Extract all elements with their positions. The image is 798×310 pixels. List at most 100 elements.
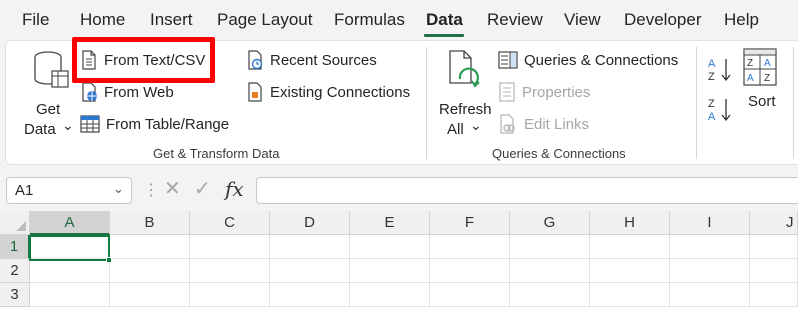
- column-header[interactable]: I: [670, 211, 750, 235]
- refresh-label-2: All: [447, 121, 464, 138]
- cell[interactable]: [590, 283, 670, 307]
- ribbon: Get Data ⌄ From Text/CSV From Web From T…: [5, 37, 798, 165]
- cell[interactable]: [430, 259, 510, 283]
- row-header[interactable]: 2: [0, 259, 30, 283]
- cell[interactable]: [750, 235, 798, 259]
- menu-formulas[interactable]: Formulas: [334, 10, 405, 30]
- from-table-range-button[interactable]: From Table/Range: [80, 111, 229, 137]
- connection-file-icon: [248, 82, 262, 102]
- group-divider: [426, 47, 427, 159]
- recent-file-icon: [248, 50, 263, 70]
- row-header[interactable]: 1: [0, 235, 30, 259]
- enter-icon[interactable]: ✓: [194, 176, 211, 201]
- row-header[interactable]: 3: [0, 283, 30, 307]
- existing-connections-label: Existing Connections: [270, 83, 411, 101]
- group-divider: [696, 47, 697, 159]
- cell[interactable]: [30, 259, 110, 283]
- formula-bar-grip-icon[interactable]: ⋮: [143, 180, 159, 200]
- cell[interactable]: [190, 283, 270, 307]
- column-header[interactable]: H: [590, 211, 670, 235]
- name-box-value: A1: [15, 182, 34, 199]
- sort-descending-button[interactable]: Z A: [706, 95, 734, 125]
- fill-handle[interactable]: [106, 257, 112, 263]
- group-divider: [793, 47, 794, 159]
- cell[interactable]: [110, 283, 190, 307]
- refresh-icon: [449, 50, 480, 88]
- menu-insert[interactable]: Insert: [150, 10, 193, 30]
- active-cell[interactable]: [29, 235, 110, 261]
- cell[interactable]: [750, 283, 798, 307]
- column-header[interactable]: G: [510, 211, 590, 235]
- from-web-label: From Web: [104, 83, 174, 101]
- insert-function-icon[interactable]: fx: [225, 177, 244, 201]
- cell[interactable]: [190, 259, 270, 283]
- refresh-all-button[interactable]: Refresh All ⌄: [436, 49, 496, 139]
- cell[interactable]: [110, 235, 190, 259]
- sort-ascending-button[interactable]: A Z: [706, 55, 734, 85]
- cell[interactable]: [30, 283, 110, 307]
- chevron-down-icon[interactable]: ⌄: [113, 181, 124, 197]
- menu-help[interactable]: Help: [724, 10, 759, 30]
- cell[interactable]: [510, 235, 590, 259]
- properties-label: Properties: [522, 83, 591, 101]
- existing-connections-button[interactable]: Existing Connections: [246, 79, 410, 105]
- menu-home[interactable]: Home: [80, 10, 125, 30]
- svg-text:Z: Z: [747, 58, 753, 69]
- menu-file[interactable]: File: [22, 10, 49, 30]
- sort-descending-icon: Z A: [708, 98, 731, 123]
- cell[interactable]: [350, 283, 430, 307]
- column-header[interactable]: A: [30, 211, 110, 235]
- select-all-corner[interactable]: [0, 211, 30, 235]
- cell[interactable]: [670, 259, 750, 283]
- group-label-get-transform: Get & Transform Data: [153, 146, 280, 161]
- properties-button[interactable]: Properties: [498, 79, 590, 105]
- cell[interactable]: [270, 283, 350, 307]
- cell[interactable]: [670, 235, 750, 259]
- recent-sources-button[interactable]: Recent Sources: [246, 47, 377, 73]
- cell[interactable]: [110, 259, 190, 283]
- formula-input[interactable]: [256, 177, 798, 204]
- cell[interactable]: [510, 283, 590, 307]
- cell[interactable]: [670, 283, 750, 307]
- chevron-down-icon: ⌄: [62, 117, 74, 133]
- cell[interactable]: [350, 235, 430, 259]
- cell[interactable]: [270, 259, 350, 283]
- column-header[interactable]: J: [750, 211, 798, 235]
- select-all-icon: [16, 221, 26, 231]
- menu-page-layout[interactable]: Page Layout: [217, 10, 312, 30]
- recent-sources-label: Recent Sources: [270, 51, 377, 69]
- queries-connections-button[interactable]: Queries & Connections: [498, 47, 678, 73]
- edit-links-icon: [500, 114, 515, 134]
- menu-developer[interactable]: Developer: [624, 10, 702, 30]
- cell[interactable]: [590, 235, 670, 259]
- svg-text:Z: Z: [764, 73, 770, 84]
- cancel-icon[interactable]: ✕: [164, 176, 181, 201]
- svg-text:A: A: [764, 58, 771, 69]
- cell[interactable]: [430, 235, 510, 259]
- name-box[interactable]: A1 ⌄: [6, 177, 132, 204]
- menu-view[interactable]: View: [564, 10, 601, 30]
- menu-review[interactable]: Review: [487, 10, 543, 30]
- cell[interactable]: [270, 235, 350, 259]
- highlight-box: [72, 37, 215, 83]
- column-header[interactable]: C: [190, 211, 270, 235]
- edit-links-button[interactable]: Edit Links: [498, 111, 589, 137]
- menu-data[interactable]: Data: [426, 10, 463, 30]
- cell[interactable]: [510, 259, 590, 283]
- column-header[interactable]: D: [270, 211, 350, 235]
- cell[interactable]: [430, 283, 510, 307]
- column-header[interactable]: E: [350, 211, 430, 235]
- cell[interactable]: [750, 259, 798, 283]
- sort-label: Sort: [748, 93, 776, 110]
- get-data-button[interactable]: Get Data ⌄: [20, 49, 74, 139]
- column-header[interactable]: F: [430, 211, 510, 235]
- get-data-label-1: Get: [36, 101, 61, 118]
- sort-button[interactable]: Z A A Z Sort: [742, 47, 782, 117]
- web-page-icon: [82, 82, 97, 102]
- sort-ascending-icon: A Z: [708, 58, 731, 83]
- cell[interactable]: [350, 259, 430, 283]
- refresh-label-1: Refresh: [439, 101, 492, 118]
- cell[interactable]: [590, 259, 670, 283]
- cell[interactable]: [190, 235, 270, 259]
- column-header[interactable]: B: [110, 211, 190, 235]
